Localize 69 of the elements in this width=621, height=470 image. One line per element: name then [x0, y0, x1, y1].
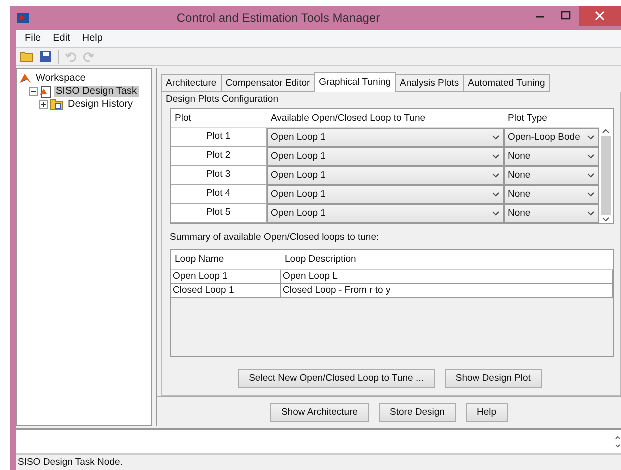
plot-type-dropdown[interactable]: None [504, 185, 599, 204]
table-cell: Plot 4 [171, 185, 267, 204]
tab[interactable]: Analysis Plots [395, 74, 464, 92]
table-cell: Plot 2 [171, 147, 267, 166]
plot-type-dropdown[interactable]: None [504, 147, 599, 166]
maximize-icon [561, 11, 571, 21]
column-header: Loop Name [171, 250, 281, 270]
expand-icon[interactable] [39, 100, 48, 109]
summary-label: Summary of available Open/Closed loops to tune: [170, 232, 380, 243]
table-cell: Closed Loop - From r to y [281, 284, 613, 298]
column-header: Plot [171, 109, 267, 128]
document-icon [40, 86, 52, 98]
tab-button[interactable]: Select New Open/Closed Loop to Tune ... [238, 369, 435, 388]
close-button[interactable] [579, 6, 621, 26]
tab-button[interactable]: Show Design Plot [444, 369, 542, 388]
plot-type-dropdown[interactable]: None [504, 204, 599, 223]
tab[interactable]: Compensator Editor [220, 74, 316, 92]
tree-item[interactable]: Design History [66, 99, 136, 110]
chevron-down-icon [492, 192, 500, 198]
dialog-button[interactable]: Show Architecture [270, 403, 370, 422]
dialog-button[interactable]: Help [466, 403, 508, 422]
table-cell: Plot 5 [171, 204, 267, 223]
chevron-down-icon [492, 154, 500, 160]
loop-dropdown[interactable]: Open Loop 1 [267, 204, 504, 223]
column-header: Loop Description [281, 250, 613, 270]
loop-dropdown[interactable]: Open Loop 1 [267, 185, 504, 204]
scroll-up-icon[interactable] [602, 128, 610, 134]
dialog-button[interactable]: Store Design [379, 403, 456, 422]
window-title: Control and Estimation Tools Manager [176, 11, 382, 25]
tree-item[interactable]: Workspace [34, 73, 88, 84]
close-icon [595, 11, 605, 21]
chevron-down-icon [587, 154, 595, 160]
menu-item[interactable]: File [20, 33, 46, 44]
folder-icon[interactable] [20, 50, 34, 62]
spin-arrows-icon[interactable] [615, 434, 621, 448]
membrane-icon [19, 72, 32, 84]
folder-icon [50, 98, 64, 110]
app-icon [16, 12, 30, 24]
chevron-down-icon [492, 172, 500, 178]
loop-dropdown[interactable]: Open Loop 1 [267, 166, 504, 185]
chevron-down-icon [587, 172, 595, 178]
chevron-down-icon [587, 192, 595, 198]
chevron-down-icon [492, 210, 500, 216]
status-text: SISO Design Task Node. [17, 456, 124, 470]
table-cell: Open Loop 1 [171, 270, 281, 284]
column-header: Plot Type [504, 109, 599, 128]
save-icon[interactable] [40, 50, 52, 62]
tab[interactable]: Automated Tuning [463, 74, 550, 92]
tree-item[interactable]: SISO Design Task [54, 86, 139, 97]
loop-dropdown[interactable]: Open Loop 1 [267, 147, 504, 166]
table-cell: Plot 3 [171, 166, 267, 185]
menu-item[interactable]: Help [77, 33, 108, 44]
chevron-down-icon [587, 134, 595, 140]
console-area[interactable] [16, 428, 621, 455]
plot-type-dropdown[interactable]: Open-Loop Bode [504, 128, 599, 147]
loop-dropdown[interactable]: Open Loop 1 [267, 128, 504, 147]
chevron-down-icon [587, 210, 595, 216]
menu-item[interactable]: Edit [48, 33, 76, 44]
table-cell: Open Loop L [281, 270, 613, 284]
tab[interactable]: Graphical Tuning [314, 72, 396, 92]
table-cell: Plot 1 [171, 128, 267, 147]
plot-type-dropdown[interactable]: None [504, 166, 599, 185]
column-header: Available Open/Closed Loop to Tune [267, 109, 504, 128]
collapse-icon[interactable] [29, 87, 38, 96]
section-title: Design Plots Configuration [166, 94, 280, 107]
table-cell: Closed Loop 1 [171, 284, 281, 298]
tab[interactable]: Architecture [161, 74, 222, 92]
scroll-down-icon[interactable] [602, 217, 610, 223]
chevron-down-icon [492, 134, 500, 140]
